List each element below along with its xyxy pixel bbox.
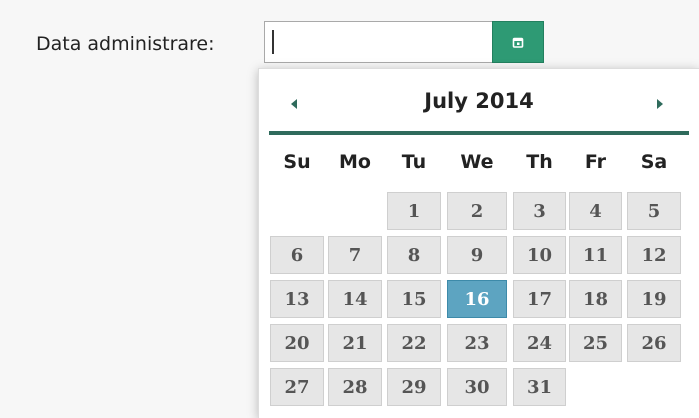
day-cell[interactable]: 17 bbox=[513, 280, 566, 318]
weekday-tu: Tu bbox=[401, 151, 427, 173]
day-cell[interactable]: 23 bbox=[447, 324, 507, 362]
day-cell[interactable]: 22 bbox=[387, 324, 441, 362]
day-cell[interactable]: 14 bbox=[328, 280, 382, 318]
date-input[interactable] bbox=[264, 21, 492, 63]
next-month-button[interactable] bbox=[647, 91, 673, 117]
datepicker-header: July 2014 bbox=[269, 77, 689, 135]
day-cell[interactable]: 4 bbox=[569, 192, 622, 230]
day-cell[interactable]: 20 bbox=[270, 324, 324, 362]
weekday-mo: Mo bbox=[339, 151, 371, 173]
day-cell[interactable]: 10 bbox=[513, 236, 566, 274]
text-caret bbox=[272, 30, 274, 54]
selected-day-cell[interactable]: 16 bbox=[447, 280, 507, 318]
day-cell[interactable]: 7 bbox=[328, 236, 382, 274]
day-cell[interactable]: 29 bbox=[387, 368, 441, 406]
calendar-trigger-button[interactable] bbox=[492, 21, 544, 63]
day-cell[interactable]: 21 bbox=[328, 324, 382, 362]
month-title: July 2014 bbox=[424, 89, 534, 113]
day-cell[interactable]: 6 bbox=[270, 236, 324, 274]
day-cell[interactable]: 13 bbox=[270, 280, 324, 318]
day-cell[interactable]: 3 bbox=[513, 192, 566, 230]
day-cell[interactable]: 8 bbox=[387, 236, 441, 274]
date-field-label: Data administrare: bbox=[36, 33, 215, 55]
day-cell[interactable]: 5 bbox=[627, 192, 681, 230]
day-cell[interactable]: 15 bbox=[387, 280, 441, 318]
weekday-su: Su bbox=[283, 151, 311, 173]
day-cell[interactable]: 18 bbox=[569, 280, 622, 318]
day-cell[interactable]: 19 bbox=[627, 280, 681, 318]
day-cell[interactable]: 12 bbox=[627, 236, 681, 274]
weekday-th: Th bbox=[526, 151, 553, 173]
day-cell[interactable]: 30 bbox=[447, 368, 507, 406]
weekday-we: We bbox=[460, 151, 494, 173]
day-cell[interactable]: 11 bbox=[569, 236, 622, 274]
day-cell[interactable]: 31 bbox=[513, 368, 566, 406]
weekday-sa: Sa bbox=[640, 151, 668, 173]
day-cell[interactable]: 9 bbox=[447, 236, 507, 274]
day-cell[interactable]: 25 bbox=[569, 324, 622, 362]
day-cell[interactable]: 24 bbox=[513, 324, 566, 362]
weekday-fr: Fr bbox=[584, 151, 607, 173]
day-cell[interactable]: 28 bbox=[328, 368, 382, 406]
day-cell[interactable]: 27 bbox=[270, 368, 324, 406]
day-cell[interactable]: 1 bbox=[387, 192, 441, 230]
day-cell[interactable]: 26 bbox=[627, 324, 681, 362]
next-month-arrow-icon bbox=[657, 99, 663, 109]
calendar-icon bbox=[512, 36, 524, 48]
day-cell[interactable]: 2 bbox=[447, 192, 507, 230]
